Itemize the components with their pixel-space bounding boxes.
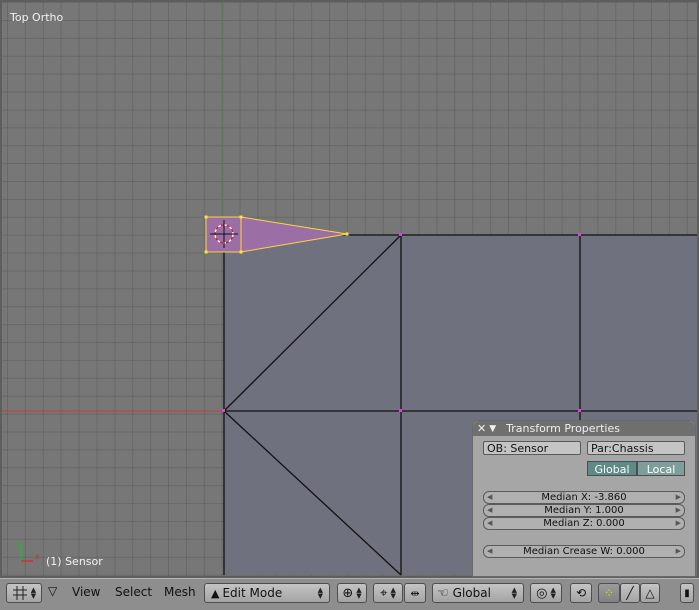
occlude-icon: ▮ [684,587,690,599]
median-crease-field[interactable]: ◀ Median Crease W: 0.000 ▶ [483,545,685,558]
vertex-select-icon: ⁘ [603,586,615,600]
pivot-icon: ⌖ [380,585,388,601]
updown-arrows-icon: ▲ ▼ [30,586,37,600]
global-toggle[interactable]: Global [587,461,637,476]
parent-field[interactable]: Par:Chassis [587,441,685,455]
updown-arrows-icon: ▲ ▼ [390,586,396,600]
local-toggle[interactable]: Local [637,461,685,476]
updown-arrows-icon: ▲ ▼ [550,586,556,600]
increment-arrow-icon[interactable]: ▶ [676,505,681,516]
manipulator-icon: ⇹ [410,586,420,600]
panel-header[interactable]: ✕ ▼ Transform Properties [473,421,695,436]
edge-select-icon: ╱ [626,586,634,600]
svg-text:x: x [35,552,40,561]
increment-arrow-icon[interactable]: ▶ [676,546,681,557]
face-select-icon: △ [645,586,655,600]
close-icon[interactable]: ✕ [477,422,486,435]
hand-icon: ☜ [437,585,449,601]
object-label: (1) Sensor [46,555,103,568]
decrement-arrow-icon[interactable]: ◀ [487,518,492,529]
updown-arrows-icon: ▲ ▼ [317,586,323,600]
orientation-select[interactable]: ☜ Global ▲ ▼ [432,583,524,603]
grid-icon [12,586,27,600]
median-y-field[interactable]: ◀ Median Y: 1.000 ▶ [483,504,685,517]
occlude-button[interactable]: ▮ [680,583,694,603]
decrement-arrow-icon[interactable]: ◀ [487,492,492,503]
object-name-field[interactable]: OB: Sensor [483,441,581,455]
mesh-mode-icon: ▲ [211,586,220,600]
editor-type-button[interactable]: ▲ ▼ [6,583,42,603]
collapse-icon[interactable]: ▼ [489,424,496,434]
proportional-edit-select[interactable]: ◎ ▲ ▼ [530,583,562,603]
viewport-header: ▲ ▼ ▽ View Select Mesh ▲ Edit Mode ▲ ▼ ⊕ ▲… [0,578,699,610]
median-crease-value: Median Crease W: 0.000 [523,546,645,557]
edge-select-button[interactable]: ╱ [620,583,640,603]
manipulator-button[interactable]: ⇹ [404,583,426,603]
updown-arrows-icon: ▲ ▼ [356,586,362,600]
proportional-icon: ◎ [536,585,548,601]
median-z-value: Median Z: 0.000 [543,518,625,529]
svg-text:y: y [16,539,21,548]
lock-button[interactable]: ⟲ [570,583,592,603]
view-menu-triangle-icon[interactable]: ▽ [48,584,57,598]
increment-arrow-icon[interactable]: ▶ [676,492,681,503]
axis-widget-icon: x y [16,539,40,562]
median-x-value: Median X: -3.860 [541,492,627,503]
updown-arrows-icon: ▲ ▼ [511,586,517,600]
decrement-arrow-icon[interactable]: ◀ [487,505,492,516]
increment-arrow-icon[interactable]: ▶ [676,518,681,529]
median-y-value: Median Y: 1.000 [544,505,624,516]
mode-select[interactable]: ▲ Edit Mode ▲ ▼ [204,583,330,603]
select-menu[interactable]: Select [115,585,152,599]
median-x-field[interactable]: ◀ Median X: -3.860 ▶ [483,491,685,504]
decrement-arrow-icon[interactable]: ◀ [487,546,492,557]
median-z-field[interactable]: ◀ Median Z: 0.000 ▶ [483,517,685,530]
draw-type-icon: ⊕ [342,585,354,601]
transform-properties-panel[interactable]: ✕ ▼ Transform Properties OB: Sensor Par:… [472,420,696,577]
orientation-label: Global [452,586,491,600]
panel-title: Transform Properties [506,422,620,435]
vertex-select-button[interactable]: ⁘ [598,583,620,603]
view-menu[interactable]: View [72,585,100,599]
draw-type-select[interactable]: ⊕ ▲ ▼ [337,583,367,603]
mesh-menu[interactable]: Mesh [164,585,196,599]
face-select-button[interactable]: △ [640,583,660,603]
mode-label: Edit Mode [222,586,283,600]
lock-icon: ⟲ [575,586,587,600]
view-label: Top Ortho [10,11,64,24]
pivot-select[interactable]: ⌖ ▲ ▼ [373,583,403,603]
